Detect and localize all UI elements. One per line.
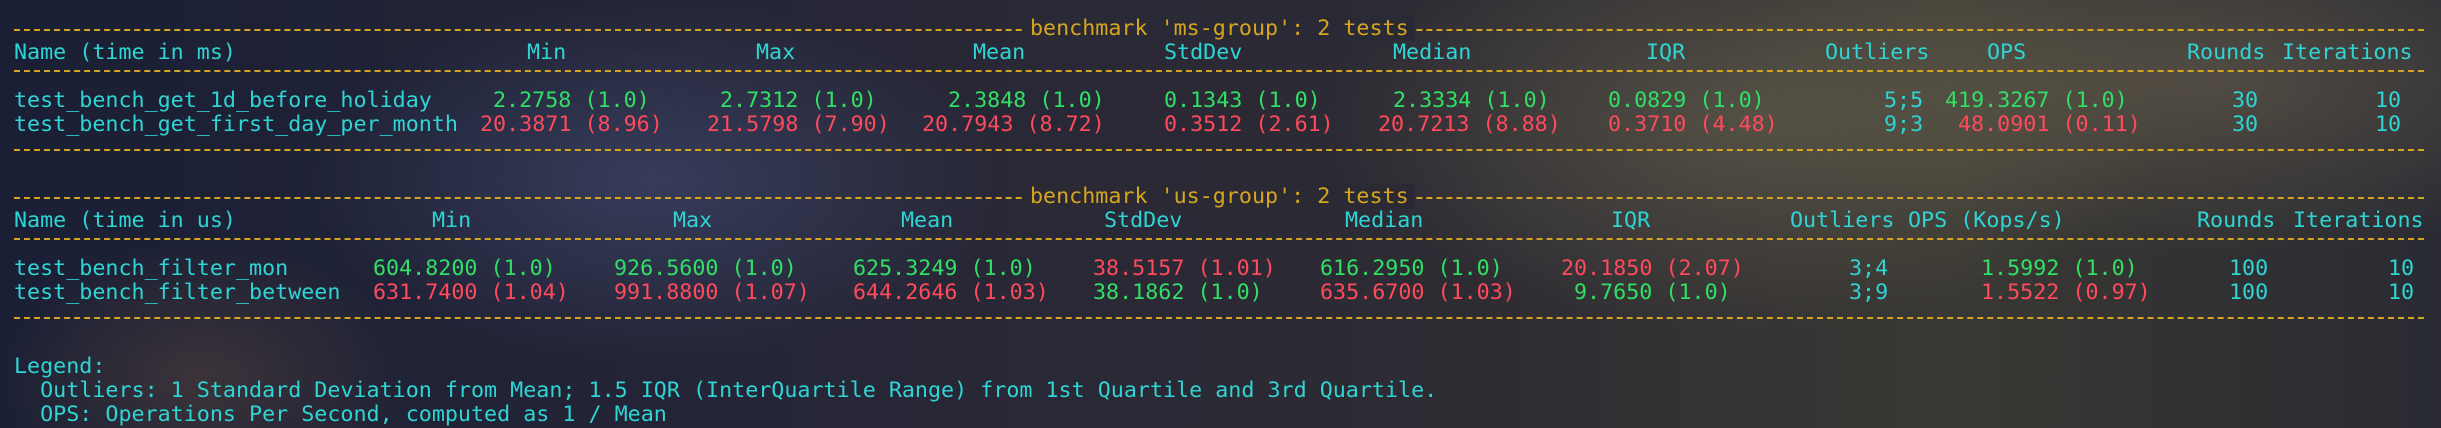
cell-outliers: 3;9 (1849, 280, 1889, 305)
header-name: Name (time in ms) (14, 40, 236, 65)
row-name: test_bench_filter_between (14, 280, 341, 305)
cell-iterations: 10 (2388, 280, 2415, 305)
cell-median: 635.6700 (1.03) (1320, 280, 1516, 305)
cell-max: 991.8800 (1.07) (614, 280, 810, 305)
cell-stddev: 38.5157 (1.01) (1093, 256, 1276, 281)
cell-median: 20.7213 (8.88) (1378, 112, 1561, 137)
cell-median: 2.3334 (1.0) (1393, 88, 1550, 113)
cell-outliers: 9;3 (1884, 112, 1924, 137)
cell-outliers: 5;5 (1884, 88, 1924, 113)
cell-iterations: 10 (2375, 112, 2402, 137)
header-iqr: IQR (1646, 40, 1686, 65)
cell-iqr: 20.1850 (2.07) (1561, 256, 1744, 281)
header-mean: Mean (901, 208, 954, 233)
header-iterations: Iterations (2293, 208, 2424, 233)
group-title: benchmark 'ms-group': 2 tests (1024, 16, 1415, 41)
cell-mean: 625.3249 (1.0) (853, 256, 1036, 281)
header-min: Min (527, 40, 567, 65)
cell-outliers: 3;4 (1849, 256, 1889, 281)
header-max: Max (673, 208, 713, 233)
legend-outliers: Outliers: 1 Standard Deviation from Mean… (14, 378, 1438, 403)
cell-mean: 20.7943 (8.72) (922, 112, 1105, 137)
cell-min: 20.3871 (8.96) (480, 112, 663, 137)
dashed-rule (14, 238, 2424, 240)
cell-iqr: 0.3710 (4.48) (1608, 112, 1778, 137)
row-name: test_bench_filter_mon (14, 256, 289, 281)
cell-ops: 1.5992 (1.0) (1981, 256, 2138, 281)
dashed-rule (14, 317, 2424, 319)
cell-max: 926.5600 (1.0) (614, 256, 797, 281)
cell-mean: 2.3848 (1.0) (948, 88, 1105, 113)
header-min: Min (432, 208, 472, 233)
cell-iterations: 10 (2375, 88, 2402, 113)
header-rounds: Rounds (2197, 208, 2276, 233)
cell-stddev: 0.3512 (2.61) (1164, 112, 1334, 137)
header-name: Name (time in us) (14, 208, 236, 233)
header-rounds: Rounds (2187, 40, 2266, 65)
header-median: Median (1345, 208, 1424, 233)
cell-ops: 419.3267 (1.0) (1945, 88, 2128, 113)
legend-ops: OPS: Operations Per Second, computed as … (14, 402, 667, 427)
row-name: test_bench_get_first_day_per_month (14, 112, 458, 137)
cell-stddev: 38.1862 (1.0) (1093, 280, 1263, 305)
cell-max: 2.7312 (1.0) (720, 88, 877, 113)
header-stddev: StdDev (1104, 208, 1183, 233)
dashed-rule (14, 149, 2424, 151)
header-ops: OPS (Kops/s) (1908, 208, 2065, 233)
cell-iterations: 10 (2388, 256, 2415, 281)
cell-iqr: 0.0829 (1.0) (1608, 88, 1765, 113)
header-iqr: IQR (1611, 208, 1651, 233)
cell-rounds: 100 (2229, 256, 2269, 281)
cell-ops: 1.5522 (0.97) (1981, 280, 2151, 305)
terminal-window: benchmark 'ms-group': 2 tests Name (time… (0, 0, 2441, 428)
legend-title: Legend: (14, 354, 106, 379)
cell-iqr: 9.7650 (1.0) (1574, 280, 1731, 305)
header-mean: Mean (973, 40, 1026, 65)
dashed-rule (14, 70, 2424, 72)
header-outliers: Outliers (1825, 40, 1930, 65)
cell-min: 604.8200 (1.0) (373, 256, 556, 281)
header-ops: OPS (1987, 40, 2027, 65)
cell-stddev: 0.1343 (1.0) (1164, 88, 1321, 113)
cell-median: 616.2950 (1.0) (1320, 256, 1503, 281)
header-iterations: Iterations (2282, 40, 2413, 65)
header-stddev: StdDev (1164, 40, 1243, 65)
row-name: test_bench_get_1d_before_holiday (14, 88, 432, 113)
cell-min: 631.7400 (1.04) (373, 280, 569, 305)
cell-rounds: 100 (2229, 280, 2269, 305)
cell-rounds: 30 (2232, 112, 2259, 137)
header-max: Max (756, 40, 796, 65)
header-median: Median (1393, 40, 1472, 65)
cell-mean: 644.2646 (1.03) (853, 280, 1049, 305)
cell-min: 2.2758 (1.0) (493, 88, 650, 113)
header-outliers: Outliers (1790, 208, 1895, 233)
cell-ops: 48.0901 (0.11) (1958, 112, 2141, 137)
group-title: benchmark 'us-group': 2 tests (1024, 184, 1415, 209)
cell-max: 21.5798 (7.90) (707, 112, 890, 137)
cell-rounds: 30 (2232, 88, 2259, 113)
